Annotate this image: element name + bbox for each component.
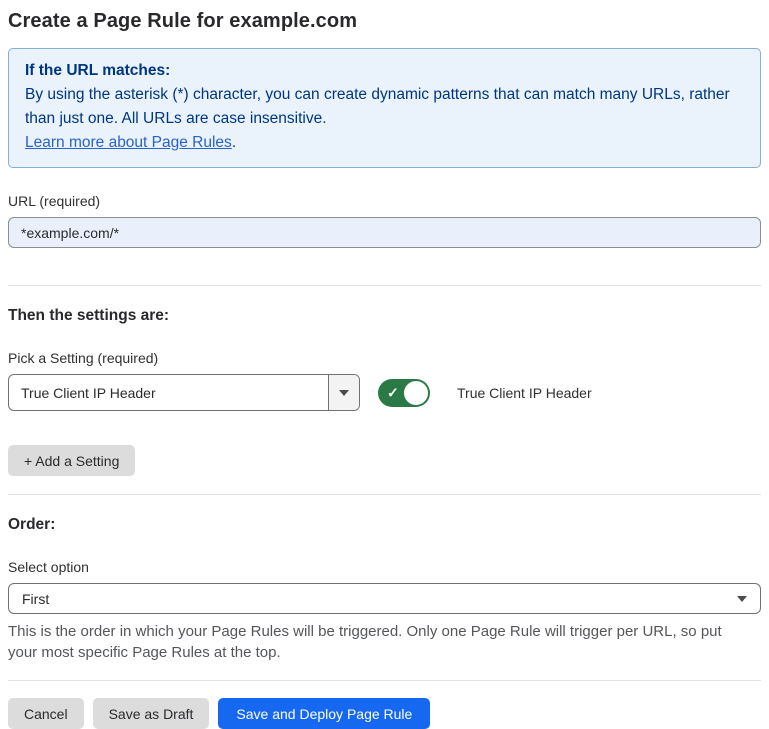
settings-section-heading: Then the settings are: — [8, 307, 761, 325]
order-select[interactable]: First — [8, 583, 761, 614]
order-select-label: Select option — [8, 559, 761, 575]
divider — [8, 680, 761, 681]
toggle-knob — [404, 381, 428, 405]
learn-more-link[interactable]: Learn more about Page Rules — [25, 134, 232, 151]
save-draft-button[interactable]: Save as Draft — [93, 698, 210, 729]
footer-actions: Cancel Save as Draft Save and Deploy Pag… — [8, 698, 761, 729]
add-setting-button[interactable]: + Add a Setting — [8, 445, 135, 476]
toggle-label: True Client IP Header — [457, 385, 592, 401]
info-box-heading: If the URL matches: — [25, 59, 744, 83]
page-title: Create a Page Rule for example.com — [8, 10, 761, 33]
order-help-text: This is the order in which your Page Rul… — [8, 621, 753, 663]
setting-dropdown-value: True Client IP Header — [9, 375, 328, 410]
order-select-value: First — [22, 591, 49, 607]
divider — [8, 494, 761, 495]
save-deploy-button[interactable]: Save and Deploy Page Rule — [218, 698, 430, 729]
url-input[interactable] — [8, 217, 761, 248]
setting-dropdown[interactable]: True Client IP Header — [8, 374, 360, 411]
info-box-link-line: Learn more about Page Rules. — [25, 131, 744, 155]
cancel-button[interactable]: Cancel — [8, 698, 84, 729]
caret-down-icon — [737, 596, 747, 602]
setting-row: True Client IP Header ✓ True Client IP H… — [8, 374, 761, 411]
info-box-body: By using the asterisk (*) character, you… — [25, 83, 744, 131]
setting-toggle-group: ✓ True Client IP Header — [378, 379, 592, 407]
order-section-heading: Order: — [8, 516, 761, 534]
url-field-label: URL (required) — [8, 193, 761, 209]
url-match-info-box: If the URL matches: By using the asteris… — [8, 48, 761, 168]
setting-dropdown-arrow-button[interactable] — [328, 375, 359, 410]
check-icon: ✓ — [387, 385, 399, 399]
setting-picker-label: Pick a Setting (required) — [8, 350, 761, 366]
link-suffix: . — [232, 134, 236, 151]
chevron-down-icon — [339, 390, 349, 396]
divider — [8, 285, 761, 286]
true-client-ip-toggle[interactable]: ✓ — [378, 379, 430, 407]
